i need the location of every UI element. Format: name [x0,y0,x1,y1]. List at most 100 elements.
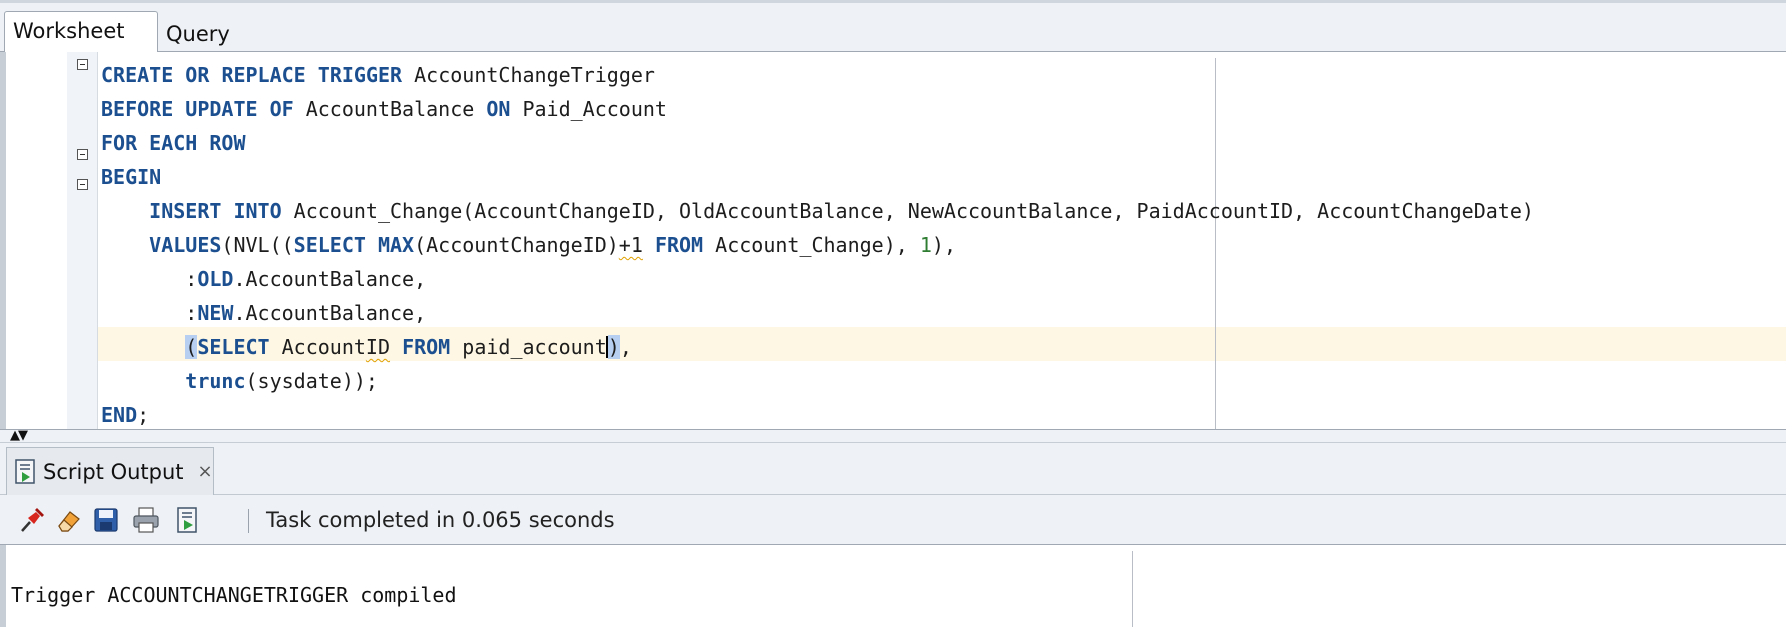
pin-button[interactable] [16,504,48,536]
sql-keyword: SELECT [197,335,270,359]
sql-keyword: INTO [233,199,282,223]
sql-keyword: CREATE [101,63,174,87]
output-tab-bar: Script Output × [0,443,1786,495]
code-line[interactable]: FOR EACH ROW [101,126,1534,160]
code-text: AccountBalance [293,97,487,121]
sql-keyword: ROW [209,131,246,155]
code-text: , [619,335,632,359]
warning-token: ID [365,335,391,359]
sql-keyword: FROM [654,233,704,257]
sql-keyword: END [101,403,138,427]
sql-keyword: NEW [197,301,234,325]
output-toolbar: Task completed in 0.065 seconds [0,495,1786,545]
sql-editor[interactable]: CREATE OR REPLACE TRIGGER AccountChangeT… [0,52,1786,429]
matched-bracket: ) [607,335,620,359]
toolbar-separator [248,509,249,533]
tab-worksheet[interactable]: Worksheet [4,11,158,52]
script-output-label: Script Output [43,459,184,484]
numeric-literal: 1 [919,233,932,257]
sql-keyword: trunc [185,369,246,393]
code-text: .AccountBalance, [233,267,427,291]
code-line[interactable]: :OLD.AccountBalance, [101,262,1534,296]
sql-keyword: FOR [101,131,138,155]
sql-keyword: UPDATE [185,97,258,121]
run-script-button[interactable] [172,504,204,536]
editor-gutter [67,52,98,429]
code-line[interactable]: trunc(sysdate)); [101,364,1534,398]
print-button[interactable] [130,504,162,536]
code-line[interactable]: INSERT INTO Account_Change(AccountChange… [101,194,1534,228]
code-line[interactable]: (SELECT AccountID FROM paid_account), [101,330,1534,364]
sql-keyword: BEGIN [101,165,162,189]
code-text: (sysdate)); [245,369,378,393]
code-line[interactable]: :NEW.AccountBalance, [101,296,1534,330]
sql-keyword: REPLACE [221,63,306,87]
code-text: (AccountChangeID) [414,233,619,257]
sql-keyword: FROM [402,335,451,359]
save-button[interactable] [90,504,122,536]
code-line[interactable]: BEGIN [101,160,1534,194]
eraser-icon [58,511,80,532]
code-text: Account [269,335,366,359]
code-text: : [101,301,198,325]
matched-bracket: ( [185,335,198,359]
code-text: (NVL(( [221,233,294,257]
collapse-expand-arrows-icon[interactable]: ▲▼ [10,429,28,442]
panel-splitter[interactable]: ▲▼ [0,429,1786,443]
sql-keyword: OF [269,97,294,121]
code-lines: CREATE OR REPLACE TRIGGER AccountChangeT… [101,58,1534,429]
output-message: Trigger ACCOUNTCHANGETRIGGER compiled [11,583,457,607]
fold-collapse-icon[interactable] [77,59,88,70]
pin-icon [21,508,44,532]
tab-script-output[interactable]: Script Output × [6,447,214,495]
sql-keyword: VALUES [149,233,222,257]
code-line[interactable]: VALUES(NVL((SELECT MAX(AccountChangeID)+… [101,228,1534,262]
sql-keyword: BEFORE [101,97,174,121]
clear-button[interactable] [53,504,85,536]
script-output-icon [15,458,35,484]
warning-token: +1 [618,233,643,257]
task-status: Task completed in 0.065 seconds [266,508,615,532]
sql-keyword: ON [486,97,511,121]
close-icon[interactable]: × [198,461,213,482]
code-line[interactable]: END; [101,398,1534,429]
code-text: Paid_Account [510,97,667,121]
fold-collapse-icon[interactable] [77,179,88,190]
script-output-area[interactable]: Trigger ACCOUNTCHANGETRIGGER compiled [0,545,1786,627]
output-margin-line [1132,551,1133,627]
fold-collapse-icon[interactable] [77,149,88,160]
editor-tab-bar: Worksheet Query Builder [0,3,1786,84]
code-text: ; [137,403,150,427]
code-text: : [101,267,198,291]
sql-keyword: INSERT [149,199,222,223]
code-line[interactable]: CREATE OR REPLACE TRIGGER AccountChangeT… [101,58,1534,92]
sql-keyword: OLD [197,267,234,291]
tab-query-builder[interactable]: Query Builder [158,15,308,84]
sql-keyword: OR [185,63,210,87]
sql-keyword: TRIGGER [317,63,403,87]
code-line[interactable]: BEFORE UPDATE OF AccountBalance ON Paid_… [101,92,1534,126]
code-text: Account_Change), [703,233,920,257]
sql-keyword: EACH [149,131,198,155]
run-script-icon [177,507,197,533]
code-text: Account_Change(AccountChangeID, OldAccou… [281,199,1534,223]
code-text: AccountChangeTrigger [402,63,655,87]
sql-keyword: SELECT [293,233,366,257]
code-text: .AccountBalance, [233,301,427,325]
print-icon [133,507,159,533]
sql-keyword: MAX [377,233,415,257]
